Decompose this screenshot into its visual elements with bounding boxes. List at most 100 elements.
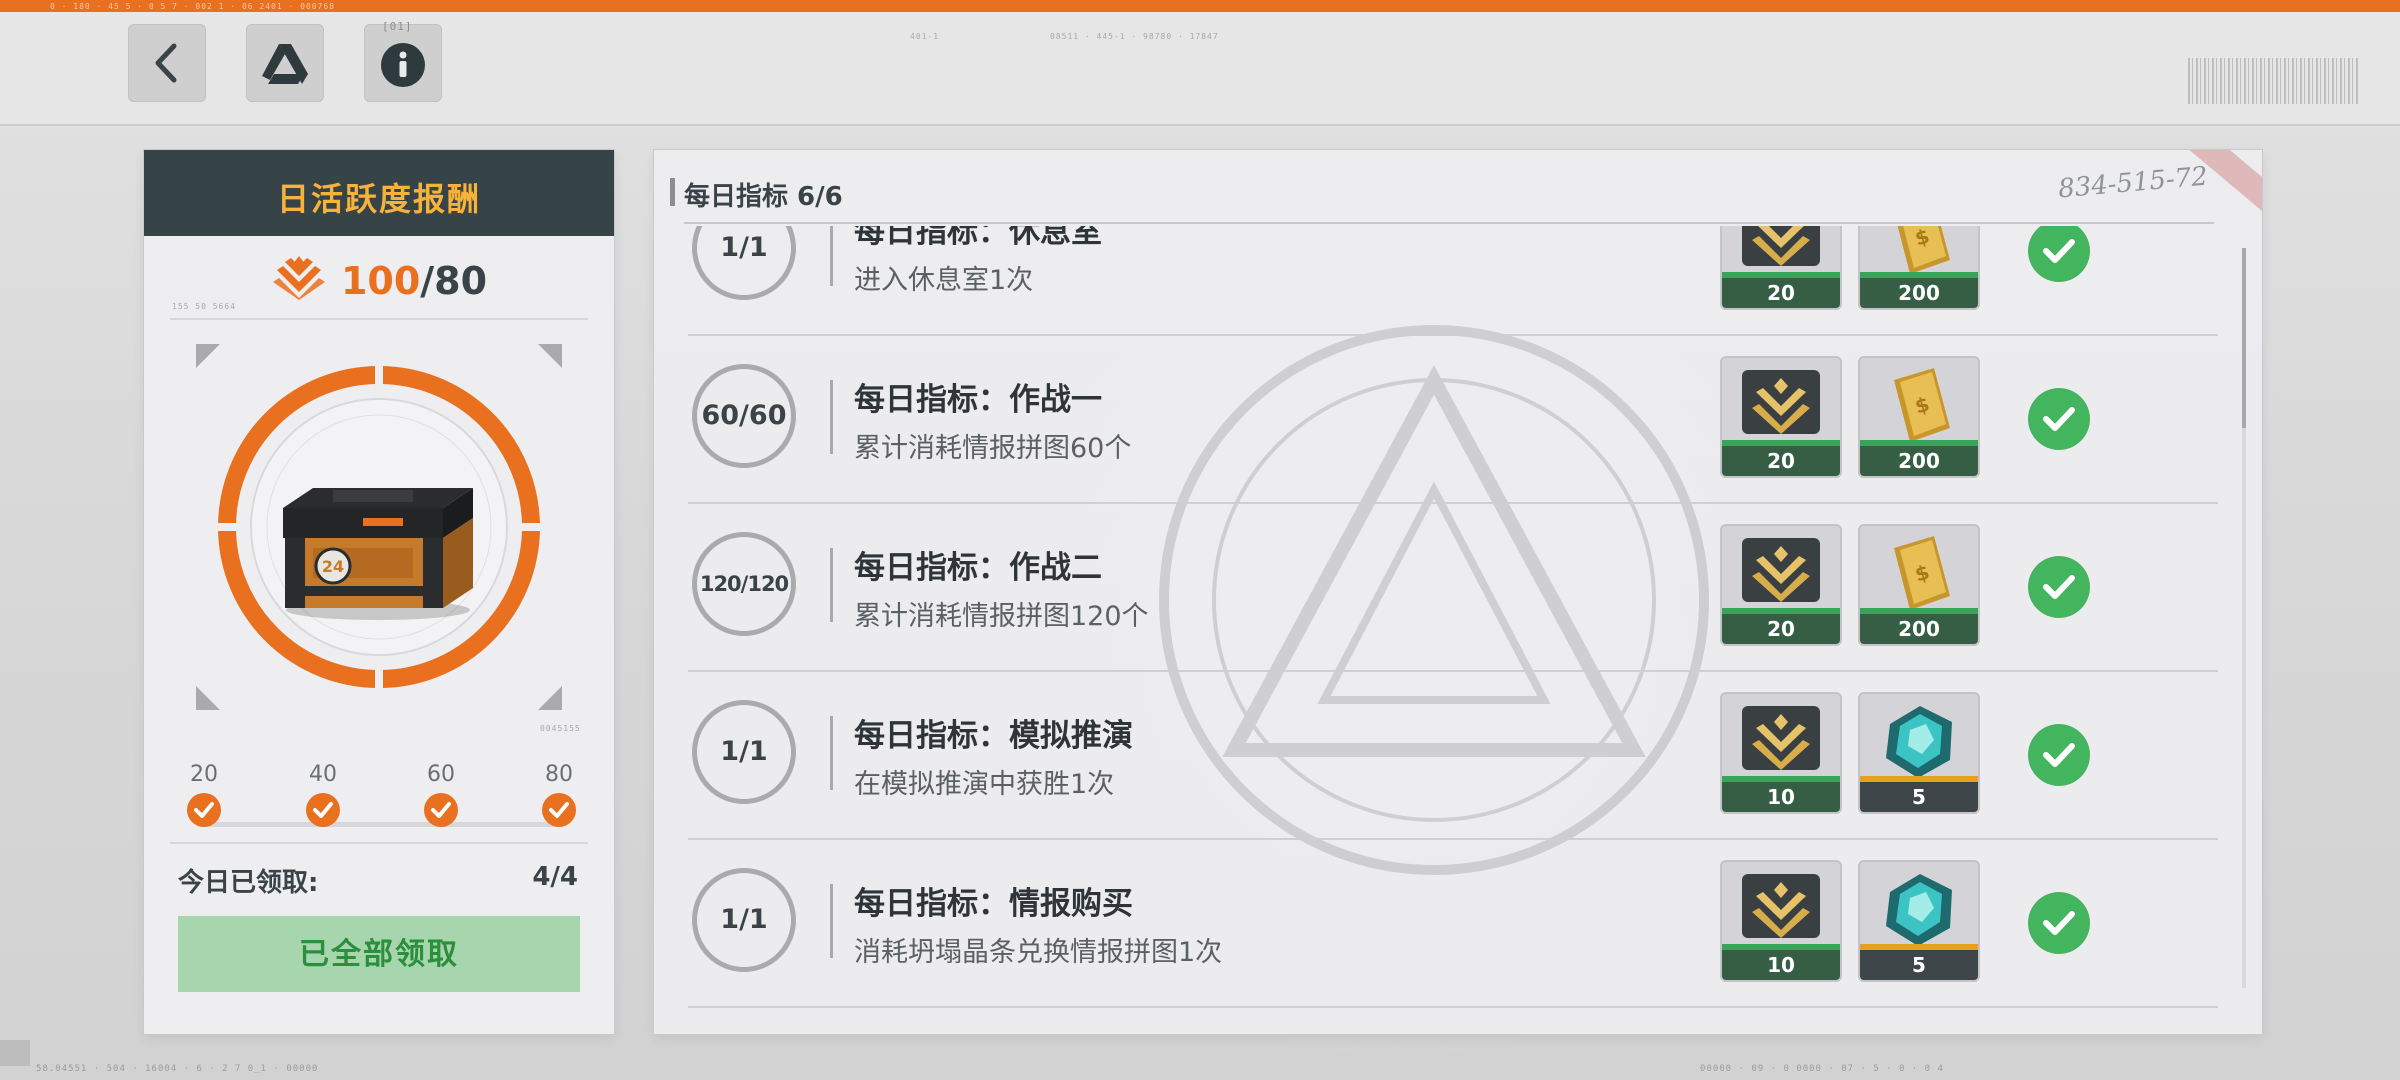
daily-tasks-panel: 每日指标 6/6 834-515-72 1/1 每日指标：休息室 进入休息室1次…: [654, 150, 2262, 1034]
task-row: 120/120 每日指标：作战二 累计消耗情报拼图120个 20 $ 200: [688, 502, 2218, 672]
activity-panel-header: 日活跃度报酬: [144, 150, 614, 236]
triangle-drive-icon: [262, 44, 308, 84]
completed-check-icon: [2028, 226, 2090, 282]
reward-qty: 10: [1722, 776, 1840, 812]
decor-footer-text: 00000 · 09 · 0 0000 · 07 · 5 · 0 · 0 4: [1700, 1064, 1944, 1074]
task-title: 每日指标：作战一: [854, 382, 1102, 418]
reward-qty: 20: [1722, 440, 1840, 476]
milestone-value: 60: [427, 762, 455, 787]
divider: [830, 226, 833, 286]
milestone-80[interactable]: 80: [534, 762, 584, 827]
reward-item[interactable]: 10: [1722, 862, 1840, 980]
reward-qty: 200: [1860, 608, 1978, 644]
task-desc: 进入休息室1次: [854, 265, 1034, 296]
reward-item[interactable]: 20: [1722, 526, 1840, 644]
reward-qty: 200: [1860, 272, 1978, 308]
info-button[interactable]: [01]: [364, 20, 442, 102]
score-current: 100: [340, 259, 421, 303]
reward-qty: 200: [1860, 440, 1978, 476]
top-accent-bar: [0, 0, 2400, 12]
completed-check-icon: [2028, 556, 2090, 618]
reward-chest[interactable]: 24: [273, 448, 483, 627]
tasks-header: 每日指标 6/6: [670, 176, 843, 213]
milestone-value: 80: [545, 762, 573, 787]
milestone-value: 40: [309, 762, 337, 787]
scrollbar-thumb[interactable]: [2242, 248, 2246, 428]
reward-qty: 20: [1722, 272, 1840, 308]
task-title: 每日指标：情报购买: [854, 886, 1133, 922]
chest-level-text: 24: [322, 557, 344, 576]
header-divider: [684, 222, 2214, 224]
today-claimed-row: 今日已领取: 4/4: [178, 862, 578, 899]
check-icon: [424, 793, 458, 827]
activity-panel-title: 日活跃度报酬: [276, 180, 481, 218]
decor-text: 401-1: [910, 32, 940, 41]
check-icon: [306, 793, 340, 827]
milestone-20[interactable]: 20: [179, 762, 229, 827]
check-icon: [187, 793, 221, 827]
task-list: 1/1 每日指标：休息室 进入休息室1次 20 $ 200 60/60 每日指标…: [688, 226, 2218, 1016]
activity-reward-panel: 日活跃度报酬 155 50 5664 100/80 24 0045155 20 …: [144, 150, 614, 1034]
milestone-track-line: [204, 822, 554, 827]
reward-item[interactable]: 5: [1860, 862, 1978, 980]
task-row: 1/1 每日指标：模拟推演 在模拟推演中获胜1次 10 5: [688, 670, 2218, 840]
reward-qty: 20: [1722, 608, 1840, 644]
task-row: 60/60 每日指标：作战一 累计消耗情报拼图60个 20 $ 200: [688, 334, 2218, 504]
handwritten-code: 834-515-72: [2057, 161, 2210, 205]
milestone-value: 20: [190, 762, 218, 787]
decor-block: [0, 1040, 30, 1066]
task-list-scrollbar[interactable]: [2242, 248, 2246, 988]
completed-check-icon: [2028, 724, 2090, 786]
task-progress: 1/1: [692, 868, 796, 972]
task-title: 每日指标：作战二: [854, 550, 1102, 586]
task-row: 1/1 每日指标：休息室 进入休息室1次 20 $ 200: [688, 226, 2218, 336]
back-button[interactable]: [128, 24, 206, 102]
task-title: 每日指标：模拟推演: [854, 718, 1133, 754]
header-strip: [0, 12, 2400, 126]
reward-qty: 10: [1722, 944, 1840, 980]
decor-barcode: [2188, 58, 2358, 104]
reward-item[interactable]: 20: [1722, 358, 1840, 476]
reward-qty: 5: [1860, 944, 1978, 980]
info-icon: [381, 43, 425, 87]
reward-item[interactable]: $ 200: [1860, 526, 1978, 644]
today-claimed-label: 今日已领取:: [178, 868, 319, 898]
task-desc: 累计消耗情报拼图120个: [854, 601, 1149, 632]
task-desc: 在模拟推演中获胜1次: [854, 769, 1115, 800]
drive-button[interactable]: [246, 24, 324, 102]
reward-item[interactable]: 10: [1722, 694, 1840, 812]
divider: [830, 380, 833, 454]
milestone-60[interactable]: 60: [416, 762, 466, 827]
task-progress: 120/120: [692, 532, 796, 636]
divider: [830, 884, 833, 958]
task-progress: 1/1: [692, 700, 796, 804]
activity-chevron-icon: [271, 252, 327, 309]
milestone-40[interactable]: 40: [298, 762, 348, 827]
milestone-track: 20 40 60 80: [184, 762, 576, 842]
activity-score: 100/80: [144, 252, 614, 309]
score-separator: /: [420, 259, 435, 303]
reward-item[interactable]: 5: [1860, 694, 1978, 812]
divider: [830, 716, 833, 790]
reward-item[interactable]: $ 200: [1860, 226, 1978, 308]
task-row: 1/1 每日指标：情报购买 消耗坍塌晶条兑换情报拼图1次 10 5: [688, 838, 2218, 1008]
reward-item[interactable]: $ 200: [1860, 358, 1978, 476]
task-desc: 累计消耗情报拼图60个: [854, 433, 1132, 464]
completed-check-icon: [2028, 892, 2090, 954]
decor-text: 0045155: [540, 724, 581, 733]
decor-text: 0 · 180 · 45 5 · 0 5 7 · 002 1 · 06 2401…: [50, 2, 336, 11]
divider: [170, 318, 588, 320]
task-desc: 消耗坍塌晶条兑换情报拼图1次: [854, 937, 1223, 968]
divider: [170, 842, 588, 844]
decor-footer-text: 58.04551 · 504 · 16004 · 6 · 2 7 0_1 · 0…: [36, 1064, 319, 1074]
claim-all-button[interactable]: 已全部领取: [178, 916, 580, 992]
check-icon: [542, 793, 576, 827]
reward-qty: 5: [1860, 776, 1978, 812]
completed-check-icon: [2028, 388, 2090, 450]
task-progress: 60/60: [692, 364, 796, 468]
score-max: 80: [434, 259, 488, 303]
reward-item[interactable]: 20: [1722, 226, 1840, 308]
decor-text: 08511 · 445-1 · 98780 · 17847: [1050, 32, 1219, 41]
task-progress: 1/1: [692, 226, 796, 300]
chevron-left-icon: [155, 43, 177, 83]
